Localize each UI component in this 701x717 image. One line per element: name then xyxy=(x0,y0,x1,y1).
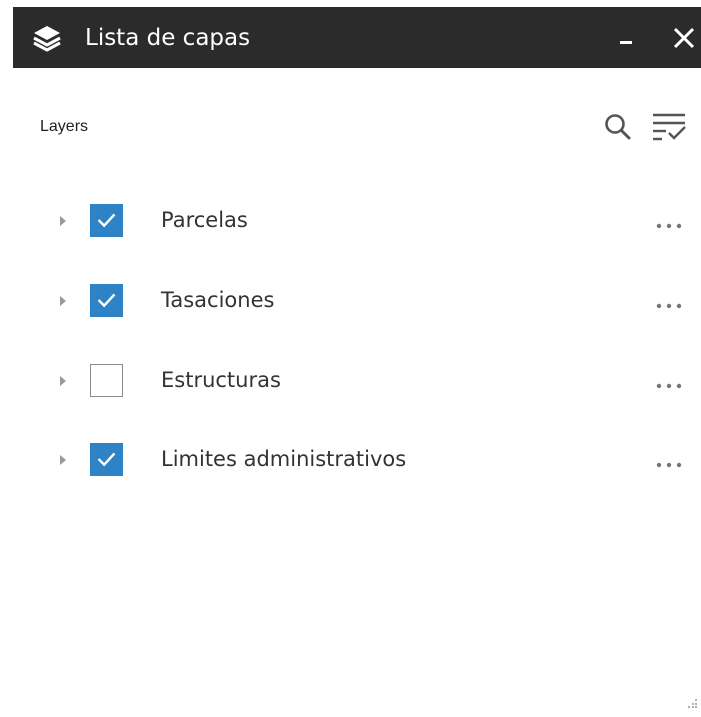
layers-stack-icon xyxy=(33,26,61,52)
search-icon[interactable] xyxy=(603,112,633,142)
layer-label: Limites administrativos xyxy=(161,447,407,471)
filter-list-icon[interactable] xyxy=(650,110,688,144)
minimize-icon[interactable] xyxy=(620,41,632,44)
more-options-icon[interactable] xyxy=(650,376,688,392)
layer-visibility-checkbox[interactable] xyxy=(90,284,123,317)
expand-arrow-icon[interactable] xyxy=(58,295,68,307)
more-options-icon[interactable] xyxy=(650,296,688,312)
panel-titlebar[interactable]: Lista de capas xyxy=(13,7,701,68)
app-root: Lista de capas Layers Parcelas Tasaciones… xyxy=(0,0,701,717)
checkmark-icon xyxy=(97,452,116,467)
layer-row[interactable]: Tasaciones xyxy=(13,272,701,332)
close-icon[interactable] xyxy=(671,25,697,51)
checkmark-icon xyxy=(97,213,116,228)
layer-label: Parcelas xyxy=(161,208,248,232)
left-gap xyxy=(0,0,13,717)
top-gap xyxy=(0,0,701,7)
layers-header: Layers xyxy=(40,118,89,135)
layer-row[interactable]: Estructuras xyxy=(13,352,701,412)
panel-title: Lista de capas xyxy=(85,25,251,51)
layer-visibility-checkbox[interactable] xyxy=(90,204,123,237)
layer-list-panel: Lista de capas Layers Parcelas Tasaciones… xyxy=(13,7,701,717)
layer-row[interactable]: Parcelas xyxy=(13,192,701,252)
expand-arrow-icon[interactable] xyxy=(58,215,68,227)
layer-row[interactable]: Limites administrativos xyxy=(13,431,701,491)
layer-label: Tasaciones xyxy=(161,288,275,312)
expand-arrow-icon[interactable] xyxy=(58,375,68,387)
layer-visibility-checkbox[interactable] xyxy=(90,364,123,397)
layer-label: Estructuras xyxy=(161,368,281,392)
checkmark-icon xyxy=(97,293,116,308)
more-options-icon[interactable] xyxy=(650,455,688,471)
expand-arrow-icon[interactable] xyxy=(58,454,68,466)
resize-grip-icon[interactable] xyxy=(686,697,698,709)
layer-visibility-checkbox[interactable] xyxy=(90,443,123,476)
more-options-icon[interactable] xyxy=(650,216,688,232)
